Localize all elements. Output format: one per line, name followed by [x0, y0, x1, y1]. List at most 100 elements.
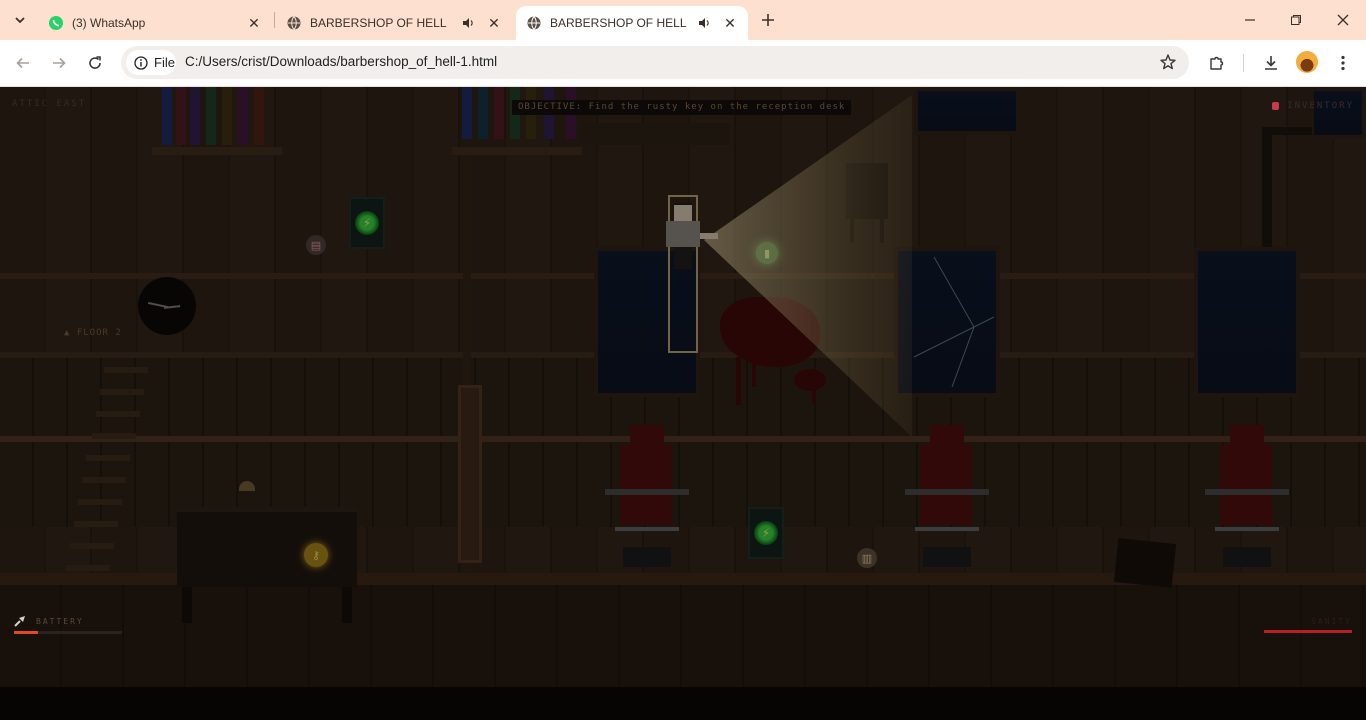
barber-chair — [620, 445, 672, 525]
book — [222, 87, 232, 145]
barber-chair-arm — [905, 489, 989, 495]
key-pickup-icon[interactable]: ⚷ — [304, 543, 328, 567]
stair-step — [82, 477, 126, 483]
blood-drip — [736, 357, 741, 405]
restore-button[interactable] — [1286, 10, 1306, 30]
site-info-chip[interactable]: File — [126, 50, 176, 75]
close-tab-icon[interactable]: ✕ — [246, 15, 262, 32]
arrow-right-icon — [53, 57, 66, 69]
speaker-icon[interactable] — [696, 16, 712, 30]
generator[interactable]: ⚡ — [349, 197, 385, 249]
clock-hand — [163, 305, 181, 309]
restore-icon — [1291, 15, 1301, 25]
stair-step — [78, 499, 122, 505]
location-label: ATTIC EAST — [12, 99, 87, 109]
minimize-button[interactable] — [1240, 10, 1260, 30]
barber-chair — [1220, 445, 1272, 525]
generator[interactable]: ⚡ — [748, 507, 784, 559]
back-button[interactable] — [12, 52, 34, 74]
url-text[interactable]: C:/Users/crist/Downloads/barbershop_of_h… — [185, 54, 497, 69]
address-bar[interactable]: File C:/Users/crist/Downloads/barbershop… — [121, 46, 1189, 79]
plus-icon — [762, 14, 774, 26]
lower-rail — [0, 436, 1366, 442]
upper-window — [914, 87, 1020, 135]
reload-button[interactable] — [84, 52, 106, 74]
browser-toolbar: File C:/Users/crist/Downloads/barbershop… — [0, 40, 1366, 87]
whatsapp-icon — [48, 15, 64, 31]
arrow-left-icon — [16, 57, 29, 69]
close-tab-icon[interactable]: ✕ — [486, 15, 502, 32]
player-character — [666, 195, 718, 353]
blood-pool — [794, 369, 826, 391]
book — [462, 87, 472, 139]
player-body — [666, 221, 700, 247]
tab-barbershop-1[interactable]: BARBERSHOP OF HELL ✕ — [276, 6, 512, 40]
floor-indicator: ▲ FLOOR 2 — [64, 328, 122, 338]
barber-chair-headrest — [630, 425, 664, 447]
book — [206, 87, 216, 145]
blood-drip — [752, 357, 756, 387]
inventory-button[interactable]: INVENTORY — [1272, 101, 1354, 111]
new-tab-button[interactable] — [758, 10, 778, 30]
lightning-icon: ⚡ — [355, 211, 379, 235]
reception-desk — [177, 507, 357, 587]
close-tab-icon[interactable]: ✕ — [722, 15, 738, 32]
blood-drip — [812, 387, 816, 403]
desk-leg — [342, 587, 352, 623]
wall-clock — [138, 277, 196, 335]
bookmark-star-icon[interactable] — [1159, 53, 1177, 76]
stair-step — [66, 565, 110, 571]
window-crack — [913, 256, 995, 388]
scroll-pickup-icon[interactable]: ▥ — [857, 548, 877, 568]
stair-step — [70, 543, 114, 549]
stair-step — [100, 389, 144, 395]
book — [162, 87, 172, 145]
game-canvas[interactable]: ⚡ ⚡ ▤ ▮ ⚷ ▥ ATTIC EAST OBJECTIVE: Find t… — [0, 87, 1366, 720]
browser-menu-button[interactable] — [1332, 52, 1354, 74]
forward-button[interactable] — [48, 52, 70, 74]
speaker-icon[interactable] — [460, 16, 476, 30]
battery-pickup-icon[interactable]: ▮ — [756, 242, 778, 264]
close-window-button[interactable] — [1333, 10, 1353, 30]
window — [1194, 247, 1300, 397]
globe-icon — [286, 15, 302, 31]
book — [494, 87, 504, 139]
tab-barbershop-active[interactable]: BARBERSHOP OF HELL ✕ — [516, 6, 748, 40]
player-head — [674, 205, 692, 221]
wall-sign — [580, 123, 730, 145]
extensions-button[interactable] — [1206, 52, 1228, 74]
backpack-icon — [1272, 102, 1280, 110]
wall-chair — [846, 163, 888, 219]
player-legs — [674, 247, 692, 269]
downloads-button[interactable] — [1260, 52, 1282, 74]
battery-label: BATTERY — [36, 616, 84, 626]
barber-chair-headrest — [1230, 425, 1264, 447]
sanity-label: SANITY — [1311, 617, 1352, 626]
stair-step — [104, 367, 148, 373]
profile-avatar[interactable] — [1296, 51, 1318, 73]
tab-strip: (3) WhatsApp ✕ BARBERSHOP OF HELL ✕ BARB… — [0, 0, 1366, 40]
book — [478, 87, 488, 139]
tab-search-button[interactable] — [8, 8, 32, 32]
book — [238, 87, 248, 145]
barber-chair-base — [1223, 547, 1271, 567]
chevron-down-icon — [15, 17, 25, 24]
note-pickup-icon[interactable]: ▤ — [306, 235, 326, 255]
bookshelf — [452, 147, 582, 155]
kebab-menu-icon — [1341, 55, 1345, 71]
stair-step — [86, 455, 130, 461]
barber-chair-base — [923, 547, 971, 567]
pipe — [1262, 127, 1272, 247]
tab-whatsapp[interactable]: (3) WhatsApp ✕ — [38, 6, 272, 40]
book — [176, 87, 186, 145]
globe-icon — [526, 15, 542, 31]
inventory-label: INVENTORY — [1287, 101, 1354, 111]
download-icon — [1265, 56, 1277, 70]
barber-chair-arm — [1205, 489, 1289, 495]
tab-divider — [274, 12, 275, 28]
lightning-icon: ⚡ — [754, 521, 778, 545]
barber-chair-headrest — [930, 425, 964, 447]
barber-chair-footrest — [615, 527, 679, 531]
stair-step — [96, 411, 140, 417]
flashlight-icon — [14, 616, 25, 627]
